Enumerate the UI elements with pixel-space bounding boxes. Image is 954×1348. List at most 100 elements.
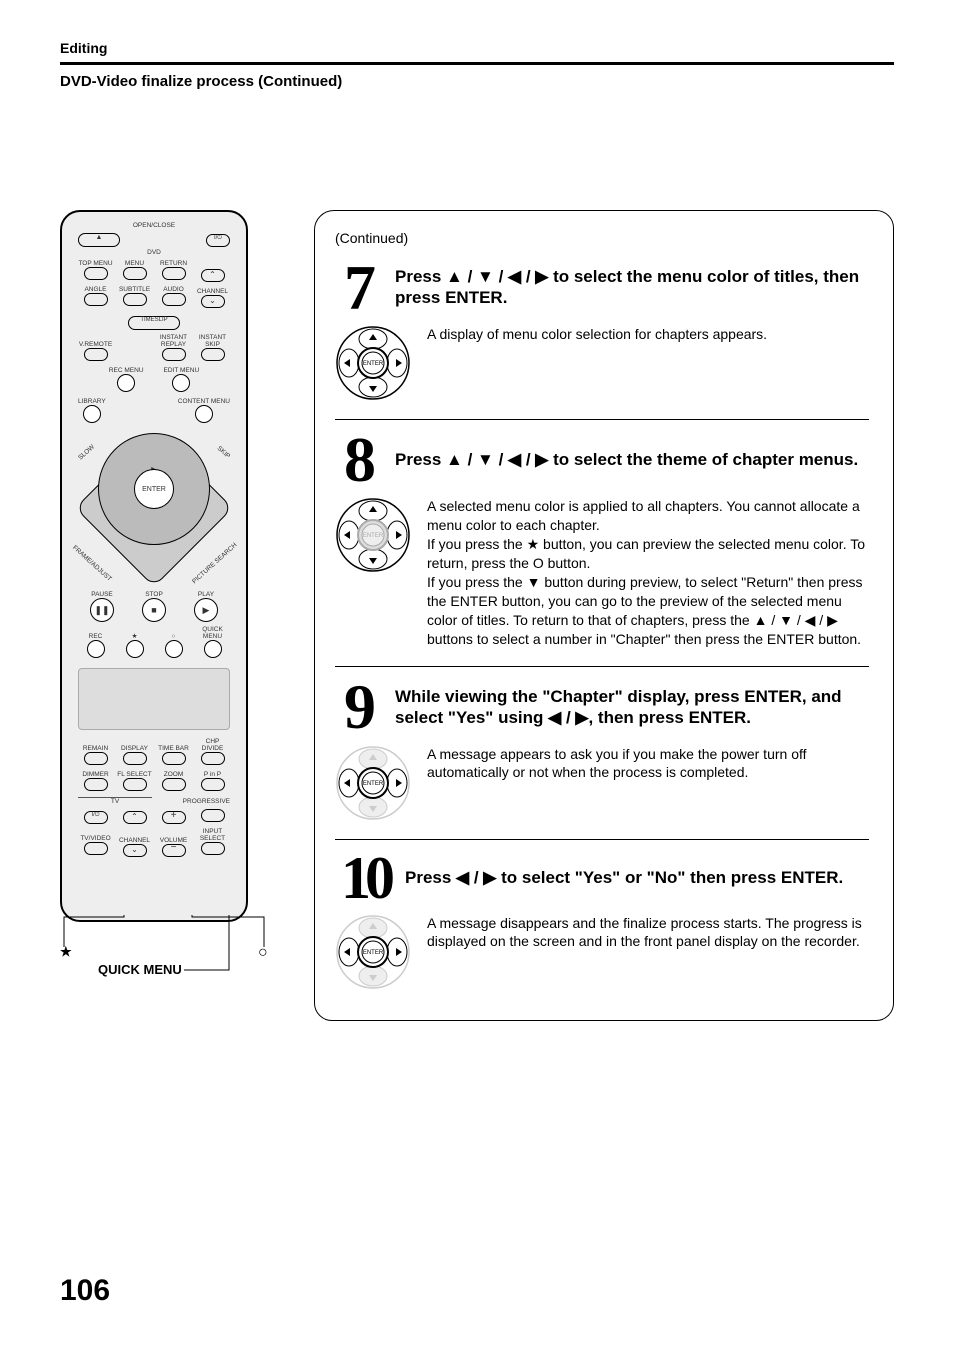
vremote-button[interactable]: [84, 348, 108, 361]
topmenu-button[interactable]: [84, 267, 108, 280]
vol-up-button[interactable]: +: [162, 811, 186, 824]
tvch-up-button[interactable]: ⌃: [123, 811, 147, 824]
svg-text:ENTER: ENTER: [363, 781, 384, 787]
tvchannel-label: CHANNEL: [117, 837, 152, 844]
remain-label: REMAIN: [78, 745, 113, 752]
play-label: PLAY: [182, 591, 230, 598]
zoom-button[interactable]: [162, 778, 186, 791]
step-10: 10 Press ◀ / ▶ to select "Yes" or "No" t…: [335, 854, 869, 990]
step-9-body: A message appears to ask you if you make…: [427, 745, 869, 783]
channel-up-button[interactable]: ⌃: [201, 269, 225, 282]
manual-page: Editing DVD-Video finalize process (Cont…: [0, 0, 954, 1348]
angle-label: ANGLE: [78, 286, 113, 293]
tvvideo-button[interactable]: [84, 842, 108, 855]
zoom-label: ZOOM: [156, 771, 191, 778]
step-9: 9 While viewing the "Chapter" display, p…: [335, 681, 869, 820]
eject-button[interactable]: ▲: [78, 233, 120, 247]
dpad-icon: ENTER: [335, 745, 411, 821]
tv-label: TV: [78, 797, 152, 805]
vol-down-button[interactable]: −: [162, 844, 186, 857]
dvd-label: DVD: [72, 249, 236, 256]
contentmenu-label: CONTENT MENU: [178, 398, 230, 405]
power-button[interactable]: I/⏻: [206, 234, 230, 247]
contentmenu-button[interactable]: [195, 405, 213, 423]
subtitle-button[interactable]: [123, 293, 147, 306]
inputselect-button[interactable]: [201, 842, 225, 855]
instantskip-label: INSTANT SKIP: [195, 334, 230, 348]
dimmer-label: DIMMER: [78, 771, 113, 778]
step-8-body: A selected menu color is applied to all …: [427, 497, 869, 648]
topmenu-label: TOP MENU: [78, 260, 113, 267]
progressive-button[interactable]: [201, 809, 225, 822]
flselect-button[interactable]: [123, 778, 147, 791]
timeslip-button[interactable]: TIMESLIP: [128, 316, 180, 330]
display-button[interactable]: [123, 752, 147, 765]
step-9-title: While viewing the "Chapter" display, pre…: [395, 686, 869, 729]
divider: [335, 666, 869, 667]
number-pad-placeholder: [78, 668, 230, 730]
menu-button[interactable]: [123, 267, 147, 280]
display-label: DISPLAY: [117, 745, 152, 752]
channel-down-button[interactable]: ⌄: [201, 295, 225, 308]
step-8-number: 8: [335, 434, 385, 485]
timebar-button[interactable]: [162, 752, 186, 765]
subtitle-label: SUBTITLE: [117, 286, 152, 293]
step-8: 8 Press ▲ / ▼ / ◀ / ▶ to select the them…: [335, 434, 869, 648]
audio-button[interactable]: [162, 293, 186, 306]
stop-label: STOP: [130, 591, 178, 598]
editmenu-label: EDIT MENU: [164, 367, 200, 374]
instantreplay-label: INSTANT REPLAY: [156, 334, 191, 348]
picturesearch-label: PICTURE SEARCH: [191, 542, 238, 586]
star-label: ★: [117, 632, 152, 640]
pause-button[interactable]: ❚❚: [90, 598, 114, 622]
divider: [335, 419, 869, 420]
return-button[interactable]: [162, 267, 186, 280]
circle-callout: ○: [258, 944, 268, 962]
divider: [335, 839, 869, 840]
library-button[interactable]: [83, 405, 101, 423]
star-button[interactable]: [126, 640, 144, 658]
remain-button[interactable]: [84, 752, 108, 765]
angle-button[interactable]: [84, 293, 108, 306]
step-7: 7 Press ▲ / ▼ / ◀ / ▶ to select the menu…: [335, 262, 869, 401]
recmenu-label: REC MENU: [109, 367, 144, 374]
step-9-number: 9: [335, 681, 385, 732]
channel-label: CHANNEL: [195, 288, 230, 295]
step-7-body: A display of menu color selection for ch…: [427, 325, 869, 344]
instantreplay-button[interactable]: [162, 348, 186, 361]
dimmer-button[interactable]: [84, 778, 108, 791]
circle-button[interactable]: [165, 640, 183, 658]
return-label: RETURN: [156, 260, 191, 267]
page-number: 106: [60, 1274, 110, 1308]
remote-control: OPEN/CLOSE ▲ I/⏻ DVD TOP MENU MENU RETUR…: [60, 210, 248, 922]
header-section: DVD-Video finalize process (Continued): [60, 73, 894, 90]
rec-button[interactable]: [87, 640, 105, 658]
inputselect-label: INPUT SELECT: [195, 828, 230, 842]
enter-button[interactable]: ENTER: [134, 469, 174, 509]
audio-label: AUDIO: [156, 286, 191, 293]
step-7-number: 7: [335, 262, 385, 313]
pinp-button[interactable]: [201, 778, 225, 791]
instantskip-button[interactable]: [201, 348, 225, 361]
stop-button[interactable]: ■: [142, 598, 166, 622]
tvvideo-label: TV/VIDEO: [78, 835, 113, 842]
svg-text:ENTER: ENTER: [363, 533, 384, 539]
header-category: Editing: [60, 40, 894, 56]
editmenu-button[interactable]: [172, 374, 190, 392]
content-row: OPEN/CLOSE ▲ I/⏻ DVD TOP MENU MENU RETUR…: [60, 210, 894, 1021]
rec-label: REC: [78, 633, 113, 640]
recmenu-button[interactable]: [117, 374, 135, 392]
continued-label: (Continued): [335, 229, 869, 248]
quickmenu-button[interactable]: [204, 640, 222, 658]
dpad-icon: ENTER: [335, 914, 411, 990]
dpad-ring[interactable]: ENTER: [98, 433, 210, 545]
step-8-title: Press ▲ / ▼ / ◀ / ▶ to select the theme …: [395, 449, 858, 470]
play-button[interactable]: ▶: [194, 598, 218, 622]
tvpower-button[interactable]: I/⏻: [84, 811, 108, 824]
slow-label: SLOW: [77, 443, 96, 461]
quickmenu-label: QUICK MENU: [195, 626, 230, 640]
tvch-down-button[interactable]: ⌄: [123, 844, 147, 857]
chpdivide-button[interactable]: [201, 752, 225, 765]
step-10-body: A message disappears and the finalize pr…: [427, 914, 869, 952]
flselect-label: FL SELECT: [117, 771, 152, 778]
